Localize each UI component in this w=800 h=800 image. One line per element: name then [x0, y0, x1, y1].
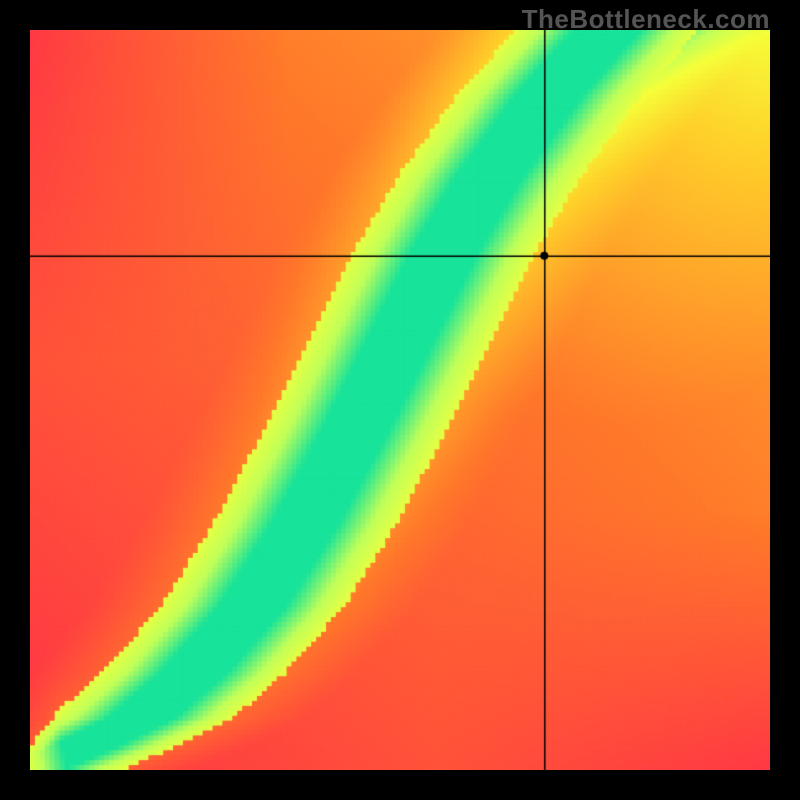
chart-frame: TheBottleneck.com [0, 0, 800, 800]
heatmap-canvas [30, 30, 770, 770]
heatmap-plot [30, 30, 770, 770]
